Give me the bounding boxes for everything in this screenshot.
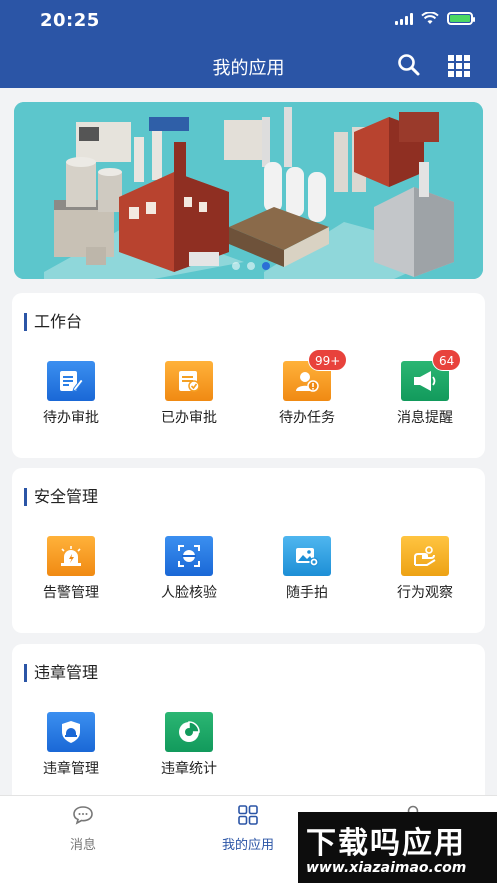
app-item-message-reminder[interactable]: 64 消息提醒 [366, 349, 484, 427]
section-card-safety: 安全管理 告警管理 人脸核验 随手拍 行为观察 [12, 468, 485, 633]
carousel-indicator [232, 262, 270, 270]
watermark-main: 下载吗应用 [306, 826, 466, 861]
tab-messages[interactable]: 消息 [23, 804, 143, 853]
watermark-logo: 下载吗应用 www.xiazaimao.com [298, 812, 497, 883]
app-item-pending-approval[interactable]: 待办审批 [12, 361, 130, 427]
badge-count: 99+ [308, 349, 348, 371]
watermark-url: www.xiazaimao.com [306, 860, 467, 876]
face-scan-icon [165, 536, 213, 576]
app-item-label: 行为观察 [397, 585, 453, 601]
grid-icon[interactable] [448, 55, 470, 77]
alarm-light-icon [47, 536, 95, 576]
shield-helmet-icon [47, 712, 95, 752]
carousel-dot [247, 262, 255, 270]
app-item-label: 违章管理 [43, 761, 99, 777]
app-item-label: 已办审批 [161, 410, 217, 426]
app-item-alarm-management[interactable]: 告警管理 [12, 536, 130, 602]
section-title: 工作台 [24, 313, 82, 331]
section-title: 安全管理 [24, 488, 98, 506]
status-icons [395, 12, 475, 25]
app-item-behavior-observation[interactable]: 行为观察 [366, 536, 484, 602]
pie-chart-icon [165, 712, 213, 752]
app-item-label: 告警管理 [43, 585, 99, 601]
checked-list-icon [165, 361, 213, 401]
message-icon [73, 806, 93, 825]
tab-my-apps[interactable]: 我的应用 [188, 804, 308, 853]
factory-illustration [14, 102, 483, 279]
banner-carousel[interactable] [14, 102, 483, 279]
page-title: 我的应用 [212, 58, 285, 79]
section-card-violations: 违章管理 违章管理 违章统计 [12, 644, 485, 814]
app-item-label: 人脸核验 [161, 585, 217, 601]
observe-hand-icon [401, 536, 449, 576]
app-item-violation-management[interactable]: 违章管理 [12, 712, 130, 778]
status-time: 20:25 [40, 10, 100, 31]
app-item-face-verification[interactable]: 人脸核验 [130, 536, 248, 602]
edit-list-icon [47, 361, 95, 401]
carousel-dot-active [262, 262, 270, 270]
cellular-signal-icon [395, 12, 413, 25]
section-card-workbench: 工作台 待办审批 已办审批 99+ 待办任务 64 消息提醒 [12, 293, 485, 458]
app-item-completed-approval[interactable]: 已办审批 [130, 361, 248, 427]
carousel-dot [232, 262, 240, 270]
search-icon[interactable] [396, 52, 422, 78]
top-bar: 20:25 我的应用 [0, 0, 497, 88]
apps-icon [238, 805, 258, 825]
camera-photo-icon [283, 536, 331, 576]
app-item-label: 消息提醒 [397, 410, 453, 426]
app-item-label: 待办任务 [279, 410, 335, 426]
app-item-label: 违章统计 [161, 761, 217, 777]
app-item-label: 待办审批 [43, 410, 99, 426]
tab-label: 消息 [69, 838, 96, 853]
tab-label: 我的应用 [221, 838, 274, 853]
app-item-violation-statistics[interactable]: 违章统计 [130, 712, 248, 778]
app-item-pending-tasks[interactable]: 99+ 待办任务 [248, 349, 366, 427]
battery-icon [447, 12, 475, 25]
wifi-icon [421, 12, 439, 24]
app-item-label: 随手拍 [286, 585, 328, 601]
app-item-snapshot[interactable]: 随手拍 [248, 536, 366, 602]
section-title: 违章管理 [24, 664, 98, 682]
badge-count: 64 [432, 349, 462, 371]
